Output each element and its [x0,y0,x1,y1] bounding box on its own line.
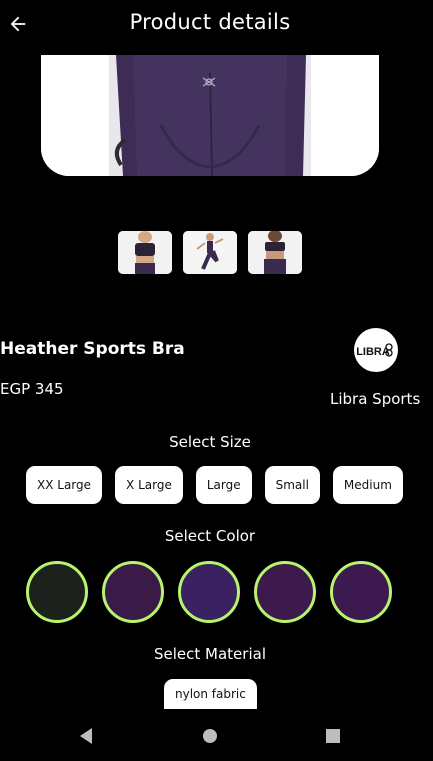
color-swatch[interactable] [330,561,392,623]
material-chip-nylon-fabric[interactable]: nylon fabric [164,679,257,709]
page-title: Product details [129,10,291,34]
thumbnail-strip [118,231,302,274]
size-options: XX Large X Large Large Small Medium [26,466,403,504]
triangle-back-icon[interactable] [75,725,97,747]
thumbnail-action[interactable] [183,231,237,274]
circle-home-icon[interactable] [199,725,221,747]
thumbnail-front[interactable] [118,231,172,274]
svg-text:LIBRA: LIBRA [356,346,390,358]
select-size-label: Select Size [169,433,251,451]
color-swatch[interactable] [26,561,88,623]
color-swatch[interactable] [254,561,316,623]
product-main-image[interactable] [41,55,379,176]
color-swatch-row [26,561,403,623]
size-chip-large[interactable]: Large [195,466,252,504]
brand-name[interactable]: Libra Sports [330,390,420,408]
color-swatch[interactable] [178,561,240,623]
size-chip-small[interactable]: Small [264,466,320,504]
size-chip-xx-large[interactable]: XX Large [26,466,103,504]
select-color-label: Select Color [164,527,256,545]
size-chip-medium[interactable]: Medium [332,466,403,504]
thumbnail-back[interactable] [248,231,302,274]
brand-logo[interactable]: LIBRA [354,328,398,372]
select-material-label: Select Material [154,645,266,663]
color-swatch[interactable] [102,561,164,623]
size-chip-x-large[interactable]: X Large [115,466,183,504]
product-name: Heather Sports Bra [0,339,185,359]
square-recents-icon[interactable] [322,725,344,747]
product-price: EGP 345 [0,380,64,398]
